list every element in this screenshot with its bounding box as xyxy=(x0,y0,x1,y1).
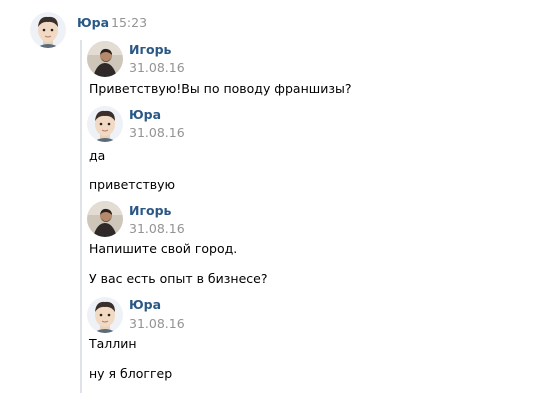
avatar[interactable] xyxy=(30,12,66,48)
avatar[interactable] xyxy=(87,297,123,333)
message-text: Приветствую!Вы по поводу франшизы? xyxy=(89,81,352,96)
photo-avatar-icon xyxy=(87,41,123,77)
cartoon-avatar-icon xyxy=(87,106,123,142)
message-date[interactable]: 31.08.16 xyxy=(129,221,185,236)
cartoon-avatar-icon xyxy=(30,12,66,48)
message-time[interactable]: 15:23 xyxy=(111,15,147,30)
avatar[interactable] xyxy=(87,201,123,237)
forwarded-line xyxy=(80,40,82,393)
author-name[interactable]: Юра xyxy=(129,297,161,312)
message-text: да xyxy=(89,148,106,163)
message-text: ну я блоггер xyxy=(89,366,173,381)
message-text: приветствую xyxy=(89,177,176,192)
author-name[interactable]: Игорь xyxy=(129,42,171,57)
message-date[interactable]: 31.08.16 xyxy=(129,125,185,140)
message-text: Напишите свой город. xyxy=(89,241,238,256)
photo-avatar-icon xyxy=(87,201,123,237)
author-name[interactable]: Юра xyxy=(77,15,109,30)
message-text: Таллин xyxy=(89,336,137,351)
author-name[interactable]: Игорь xyxy=(129,203,171,218)
message-date[interactable]: 31.08.16 xyxy=(129,316,185,331)
avatar[interactable] xyxy=(87,41,123,77)
message-date[interactable]: 31.08.16 xyxy=(129,60,185,75)
message-text: У вас есть опыт в бизнесе? xyxy=(89,271,268,286)
cartoon-avatar-icon xyxy=(87,297,123,333)
author-name[interactable]: Юра xyxy=(129,107,161,122)
avatar[interactable] xyxy=(87,106,123,142)
